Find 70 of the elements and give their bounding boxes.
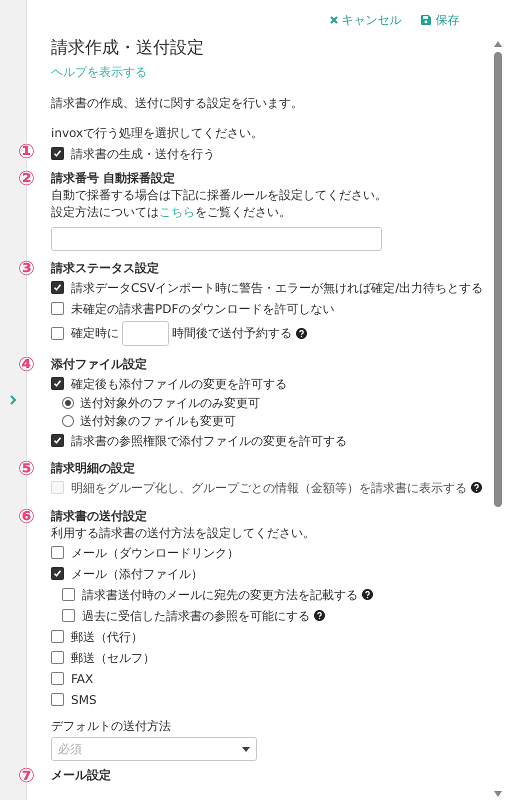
checkbox[interactable] (62, 609, 75, 622)
checkbox-label: 請求書の生成・送付を行う (71, 146, 215, 162)
checkbox-label: FAX (71, 670, 94, 688)
radio-button[interactable] (62, 415, 74, 427)
placeholder-text: 必須 (58, 741, 82, 758)
checkbox-label: メール（添付ファイル） (71, 566, 203, 582)
checkbox[interactable] (51, 672, 64, 685)
checkbox-label: 請求書の参照権限で添付ファイルの変更を許可する (71, 432, 347, 450)
checkbox[interactable] (51, 326, 64, 340)
checkbox-label: 郵送（セルフ） (71, 650, 155, 666)
checkbox-label: 過去に受信した請求書の参照を可能にする (82, 608, 310, 624)
description-text: 請求書の作成、送付に関する設定を行います。 (51, 95, 304, 112)
radio-label: 送付対象外のファイルのみ変更可 (80, 395, 260, 412)
checkbox-label: 郵送（代行） (71, 628, 143, 646)
checkbox[interactable] (51, 567, 64, 580)
hours-field[interactable] (122, 320, 169, 346)
checkbox[interactable] (51, 302, 64, 315)
link[interactable]: こちら (159, 205, 195, 219)
checkbox[interactable] (51, 281, 64, 294)
step-number-label: ⑥ (18, 505, 35, 527)
section-heading: メール設定 (51, 767, 112, 784)
section-heading: 添付ファイル設定 (51, 356, 148, 373)
radio-button[interactable] (62, 397, 74, 409)
checkbox[interactable] (62, 588, 75, 601)
checkbox[interactable] (51, 546, 64, 559)
section-heading: 請求書の送付設定 (51, 508, 148, 525)
save-button[interactable]: 保存 (421, 11, 460, 29)
checkbox-label: SMS (71, 692, 97, 708)
close-icon (330, 16, 338, 24)
checkbox[interactable] (51, 630, 64, 643)
checkbox[interactable] (51, 377, 64, 390)
checkbox-label: 確定後も添付ファイルの変更を許可する (71, 376, 287, 392)
prompt-text: invoxで行う処理を選択してください。 (51, 125, 264, 142)
select-field[interactable]: 必須 (51, 737, 257, 761)
radio-label: 送付対象のファイルも変更可 (80, 413, 236, 430)
checkbox-label: メール（ダウンロードリンク） (71, 544, 239, 562)
step-number-label: ③ (18, 257, 35, 279)
help-link[interactable]: ヘルプを表示する (51, 63, 147, 81)
step-number-label: ⑤ (18, 457, 35, 479)
checkbox[interactable] (51, 147, 64, 160)
field-label: デフォルトの送付方法 (51, 718, 172, 735)
step-number-label: ① (18, 140, 35, 162)
caret-icon (242, 746, 250, 752)
help-icon[interactable] (314, 610, 325, 621)
checkbox-label: 未確定の請求書PDFのダウンロードを許可しない (71, 300, 334, 318)
step-number-label: ④ (18, 353, 35, 375)
instruction-text: 利用する請求書の送付方法を設定してください。 (51, 525, 316, 542)
instruction-text: 自動で採番する場合は下記に採番ルールを設定してください。 (51, 187, 388, 204)
help-icon[interactable] (362, 589, 373, 600)
checkbox[interactable] (51, 651, 64, 664)
section-heading: 請求ステータス設定 (51, 260, 160, 277)
field-suffix: 時間後で送付予約する (172, 325, 292, 342)
instruction-text: 設定方法については こちら をご覧ください。 (51, 204, 292, 221)
cancel-button[interactable]: キャンセル (330, 11, 402, 29)
checkbox-label: 請求データCSVインポート時に警告・エラーが無ければ確定/出力待ちとする (71, 280, 484, 296)
help-icon[interactable] (296, 328, 307, 338)
step-number-label: ⑦ (18, 764, 35, 786)
input-field[interactable] (51, 227, 382, 251)
checkbox-label: 明細をグループ化し、グループごとの情報（金額等）を請求書に表示する (71, 480, 467, 496)
checkbox[interactable] (51, 434, 64, 447)
scroll-down-arrow-icon[interactable] (493, 790, 504, 798)
scroll-up-arrow-icon[interactable] (493, 40, 504, 48)
chevron-right-icon[interactable] (10, 395, 16, 405)
step-number-label: ② (18, 167, 35, 189)
checkbox-label: 確定時に (71, 325, 119, 342)
checkbox-label: 請求書送付時のメールに宛先の変更方法を記載する (82, 586, 358, 604)
checkbox[interactable] (51, 693, 64, 706)
section-heading: 請求番号 自動採番設定 (51, 170, 176, 187)
page-title: 請求作成・送付設定 (51, 37, 205, 59)
section-heading: 請求明細の設定 (51, 460, 136, 477)
